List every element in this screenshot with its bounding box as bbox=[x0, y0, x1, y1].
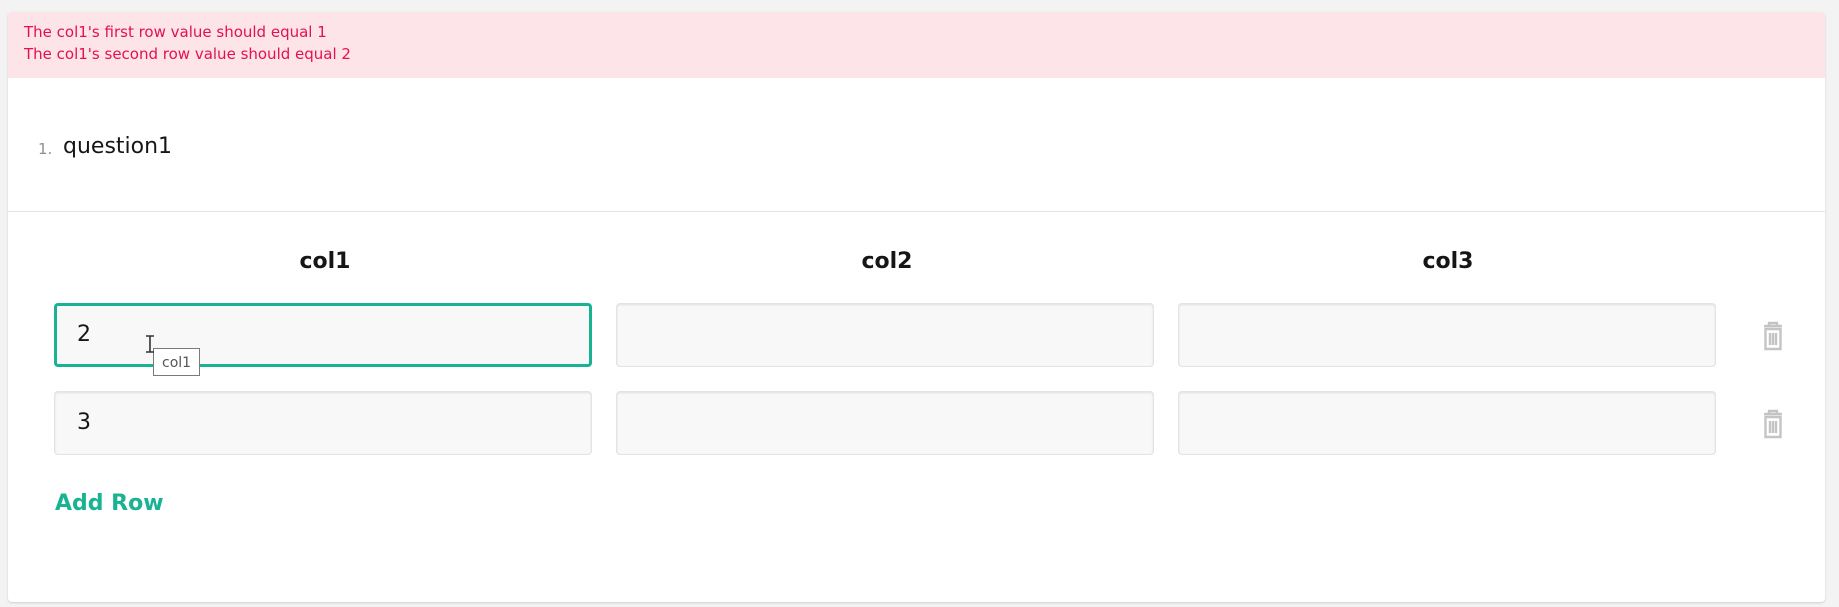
trash-icon[interactable] bbox=[1753, 316, 1793, 356]
trash-icon[interactable] bbox=[1753, 404, 1793, 444]
add-row-button[interactable]: Add Row bbox=[55, 491, 164, 516]
row1-col1-input[interactable]: 2 bbox=[54, 303, 592, 367]
question-header: 1. question1 bbox=[8, 78, 1825, 212]
question-title: question1 bbox=[63, 134, 173, 159]
row1-col3-input[interactable] bbox=[1178, 303, 1716, 367]
error-message-2: The col1's second row value should equal… bbox=[24, 45, 351, 63]
row1-col2-input[interactable] bbox=[616, 303, 1154, 367]
tooltip: col1 bbox=[153, 348, 201, 376]
column-header-col1: col1 bbox=[299, 249, 351, 274]
column-header-col3: col3 bbox=[1422, 249, 1474, 274]
question-number: 1. bbox=[38, 140, 53, 158]
row2-col1-input[interactable]: 3 bbox=[54, 391, 592, 455]
column-header-col2: col2 bbox=[861, 249, 913, 274]
error-panel: The col1's first row value should equal … bbox=[8, 12, 1825, 78]
error-message-1: The col1's first row value should equal … bbox=[24, 23, 327, 41]
text-cursor-icon bbox=[146, 335, 154, 353]
row2-col3-input[interactable] bbox=[1178, 391, 1716, 455]
row2-col2-input[interactable] bbox=[616, 391, 1154, 455]
